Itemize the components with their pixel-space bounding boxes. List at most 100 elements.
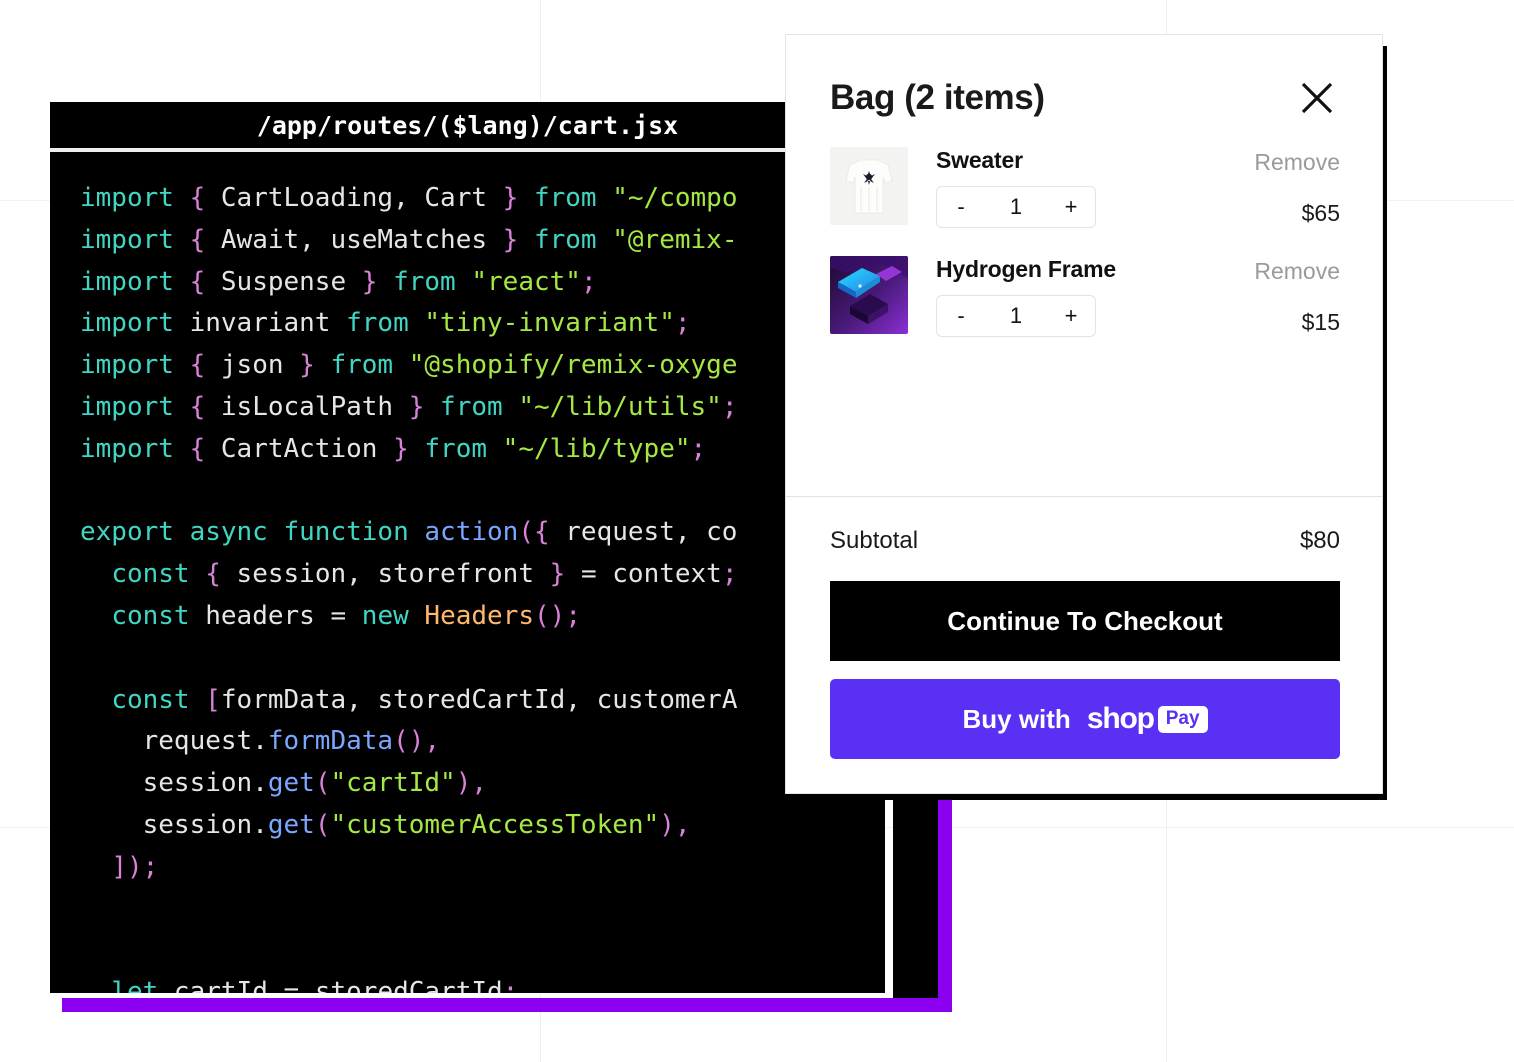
code-token: formData bbox=[267, 726, 394, 757]
product-thumbnail[interactable] bbox=[830, 147, 908, 225]
subtotal-row: Subtotal $80 bbox=[830, 527, 1340, 555]
cart-line-items: Sweater - 1 + Remove $65 Hydrogen Frame … bbox=[786, 121, 1382, 496]
code-token: let bbox=[111, 977, 159, 993]
code-line: let cartId = storedCartId; bbox=[50, 972, 885, 993]
code-token: request, co bbox=[549, 517, 738, 548]
buy-with-shop-pay-button[interactable]: Buy with shop Pay bbox=[830, 679, 1340, 759]
code-token: get bbox=[267, 809, 315, 840]
pay-badge: Pay bbox=[1157, 705, 1208, 733]
cart-line-item: Hydrogen Frame - 1 + Remove $15 bbox=[830, 256, 1340, 337]
white-sweater-image bbox=[830, 147, 908, 225]
shop-wordmark: shop bbox=[1086, 702, 1155, 735]
increase-quantity-button[interactable]: + bbox=[1047, 187, 1095, 227]
quantity-stepper[interactable]: - 1 + bbox=[936, 186, 1096, 228]
continue-to-checkout-button[interactable]: Continue To Checkout bbox=[830, 581, 1340, 661]
code-token: } bbox=[502, 183, 519, 213]
code-token: } bbox=[299, 350, 315, 381]
code-line: session.get("customerAccessToken"), bbox=[50, 805, 885, 847]
code-token: ( bbox=[314, 768, 331, 799]
code-line: import { CartAction } from "~/lib/type"; bbox=[50, 429, 885, 471]
remove-item-link[interactable]: Remove bbox=[1220, 258, 1340, 285]
code-window-titlebar: /app/routes/($lang)/cart.jsx bbox=[50, 102, 885, 148]
code-token: "react" bbox=[471, 266, 581, 297]
code-token: import bbox=[80, 183, 174, 213]
code-token: ( bbox=[518, 517, 534, 548]
cart-item-name: Sweater bbox=[936, 147, 1023, 173]
cart-item-price: $65 bbox=[1301, 200, 1340, 226]
code-line: const [formData, storedCartId, customerA bbox=[50, 680, 885, 722]
quantity-stepper[interactable]: - 1 + bbox=[936, 295, 1096, 337]
code-token: , bbox=[424, 726, 441, 757]
product-thumbnail[interactable] bbox=[830, 256, 908, 334]
code-token: ( bbox=[314, 809, 331, 840]
code-token: import bbox=[80, 266, 174, 297]
code-token: = bbox=[283, 977, 315, 993]
code-editor-content[interactable]: import { CartLoading, Cart } from "~/com… bbox=[50, 152, 885, 993]
code-token: ) bbox=[455, 768, 472, 799]
remove-item-link[interactable]: Remove bbox=[1220, 149, 1340, 176]
code-token: ; bbox=[690, 433, 707, 464]
decrease-quantity-button[interactable]: - bbox=[937, 187, 985, 227]
code-token: from bbox=[424, 433, 488, 464]
code-token: import bbox=[80, 224, 174, 255]
code-token: { bbox=[189, 350, 206, 381]
code-token: CartAction bbox=[205, 433, 394, 464]
cart-drawer: Bag (2 items) Sweater - 1 + Remove $65 H… bbox=[785, 34, 1383, 794]
decrease-quantity-button[interactable]: - bbox=[937, 296, 985, 336]
hydrogen-frame-image bbox=[830, 256, 908, 334]
accent-bar-bottom bbox=[62, 998, 952, 1012]
code-token: session, storefront bbox=[220, 559, 550, 590]
code-token: from bbox=[393, 266, 456, 297]
code-token: ; bbox=[721, 391, 738, 422]
screen-root: /app/routes/($lang)/cart.jsx import { Ca… bbox=[0, 0, 1514, 1062]
code-token: "@remix- bbox=[612, 224, 738, 255]
code-line: import invariant from "tiny-invariant"; bbox=[50, 303, 885, 345]
cart-item-actions: Remove $65 bbox=[1220, 147, 1340, 227]
code-token: { bbox=[189, 391, 206, 422]
code-token: import bbox=[80, 308, 174, 339]
code-line: const headers = new Headers(); bbox=[50, 596, 885, 638]
cart-item-actions: Remove $15 bbox=[1220, 256, 1340, 336]
cart-item-details: Hydrogen Frame - 1 + bbox=[908, 256, 1220, 337]
code-line: import { isLocalPath } from "~/lib/utils… bbox=[50, 387, 885, 429]
code-token: context bbox=[612, 559, 722, 590]
code-token: { bbox=[189, 224, 206, 255]
code-token: "tiny-invariant" bbox=[424, 308, 675, 339]
close-cart-button[interactable] bbox=[1294, 75, 1340, 121]
code-token: session bbox=[80, 809, 253, 840]
code-token: from bbox=[533, 183, 597, 213]
code-token: { bbox=[533, 517, 550, 548]
code-token: const bbox=[111, 600, 190, 631]
code-token: ) bbox=[659, 809, 675, 840]
code-token: invariant bbox=[173, 308, 347, 339]
code-token: ; bbox=[502, 977, 519, 993]
code-token: . bbox=[252, 809, 268, 840]
code-token: . bbox=[252, 726, 268, 757]
code-token: ]); bbox=[111, 851, 159, 882]
code-token: ; bbox=[580, 266, 597, 297]
code-token: ; bbox=[565, 600, 581, 631]
buy-with-label: Buy with bbox=[962, 703, 1071, 734]
code-token: [ bbox=[205, 684, 221, 715]
code-token: { bbox=[189, 183, 206, 213]
increase-quantity-button[interactable]: + bbox=[1047, 296, 1095, 336]
code-line: import { json } from "@shopify/remix-oxy… bbox=[50, 345, 885, 387]
code-token: } bbox=[502, 224, 519, 255]
